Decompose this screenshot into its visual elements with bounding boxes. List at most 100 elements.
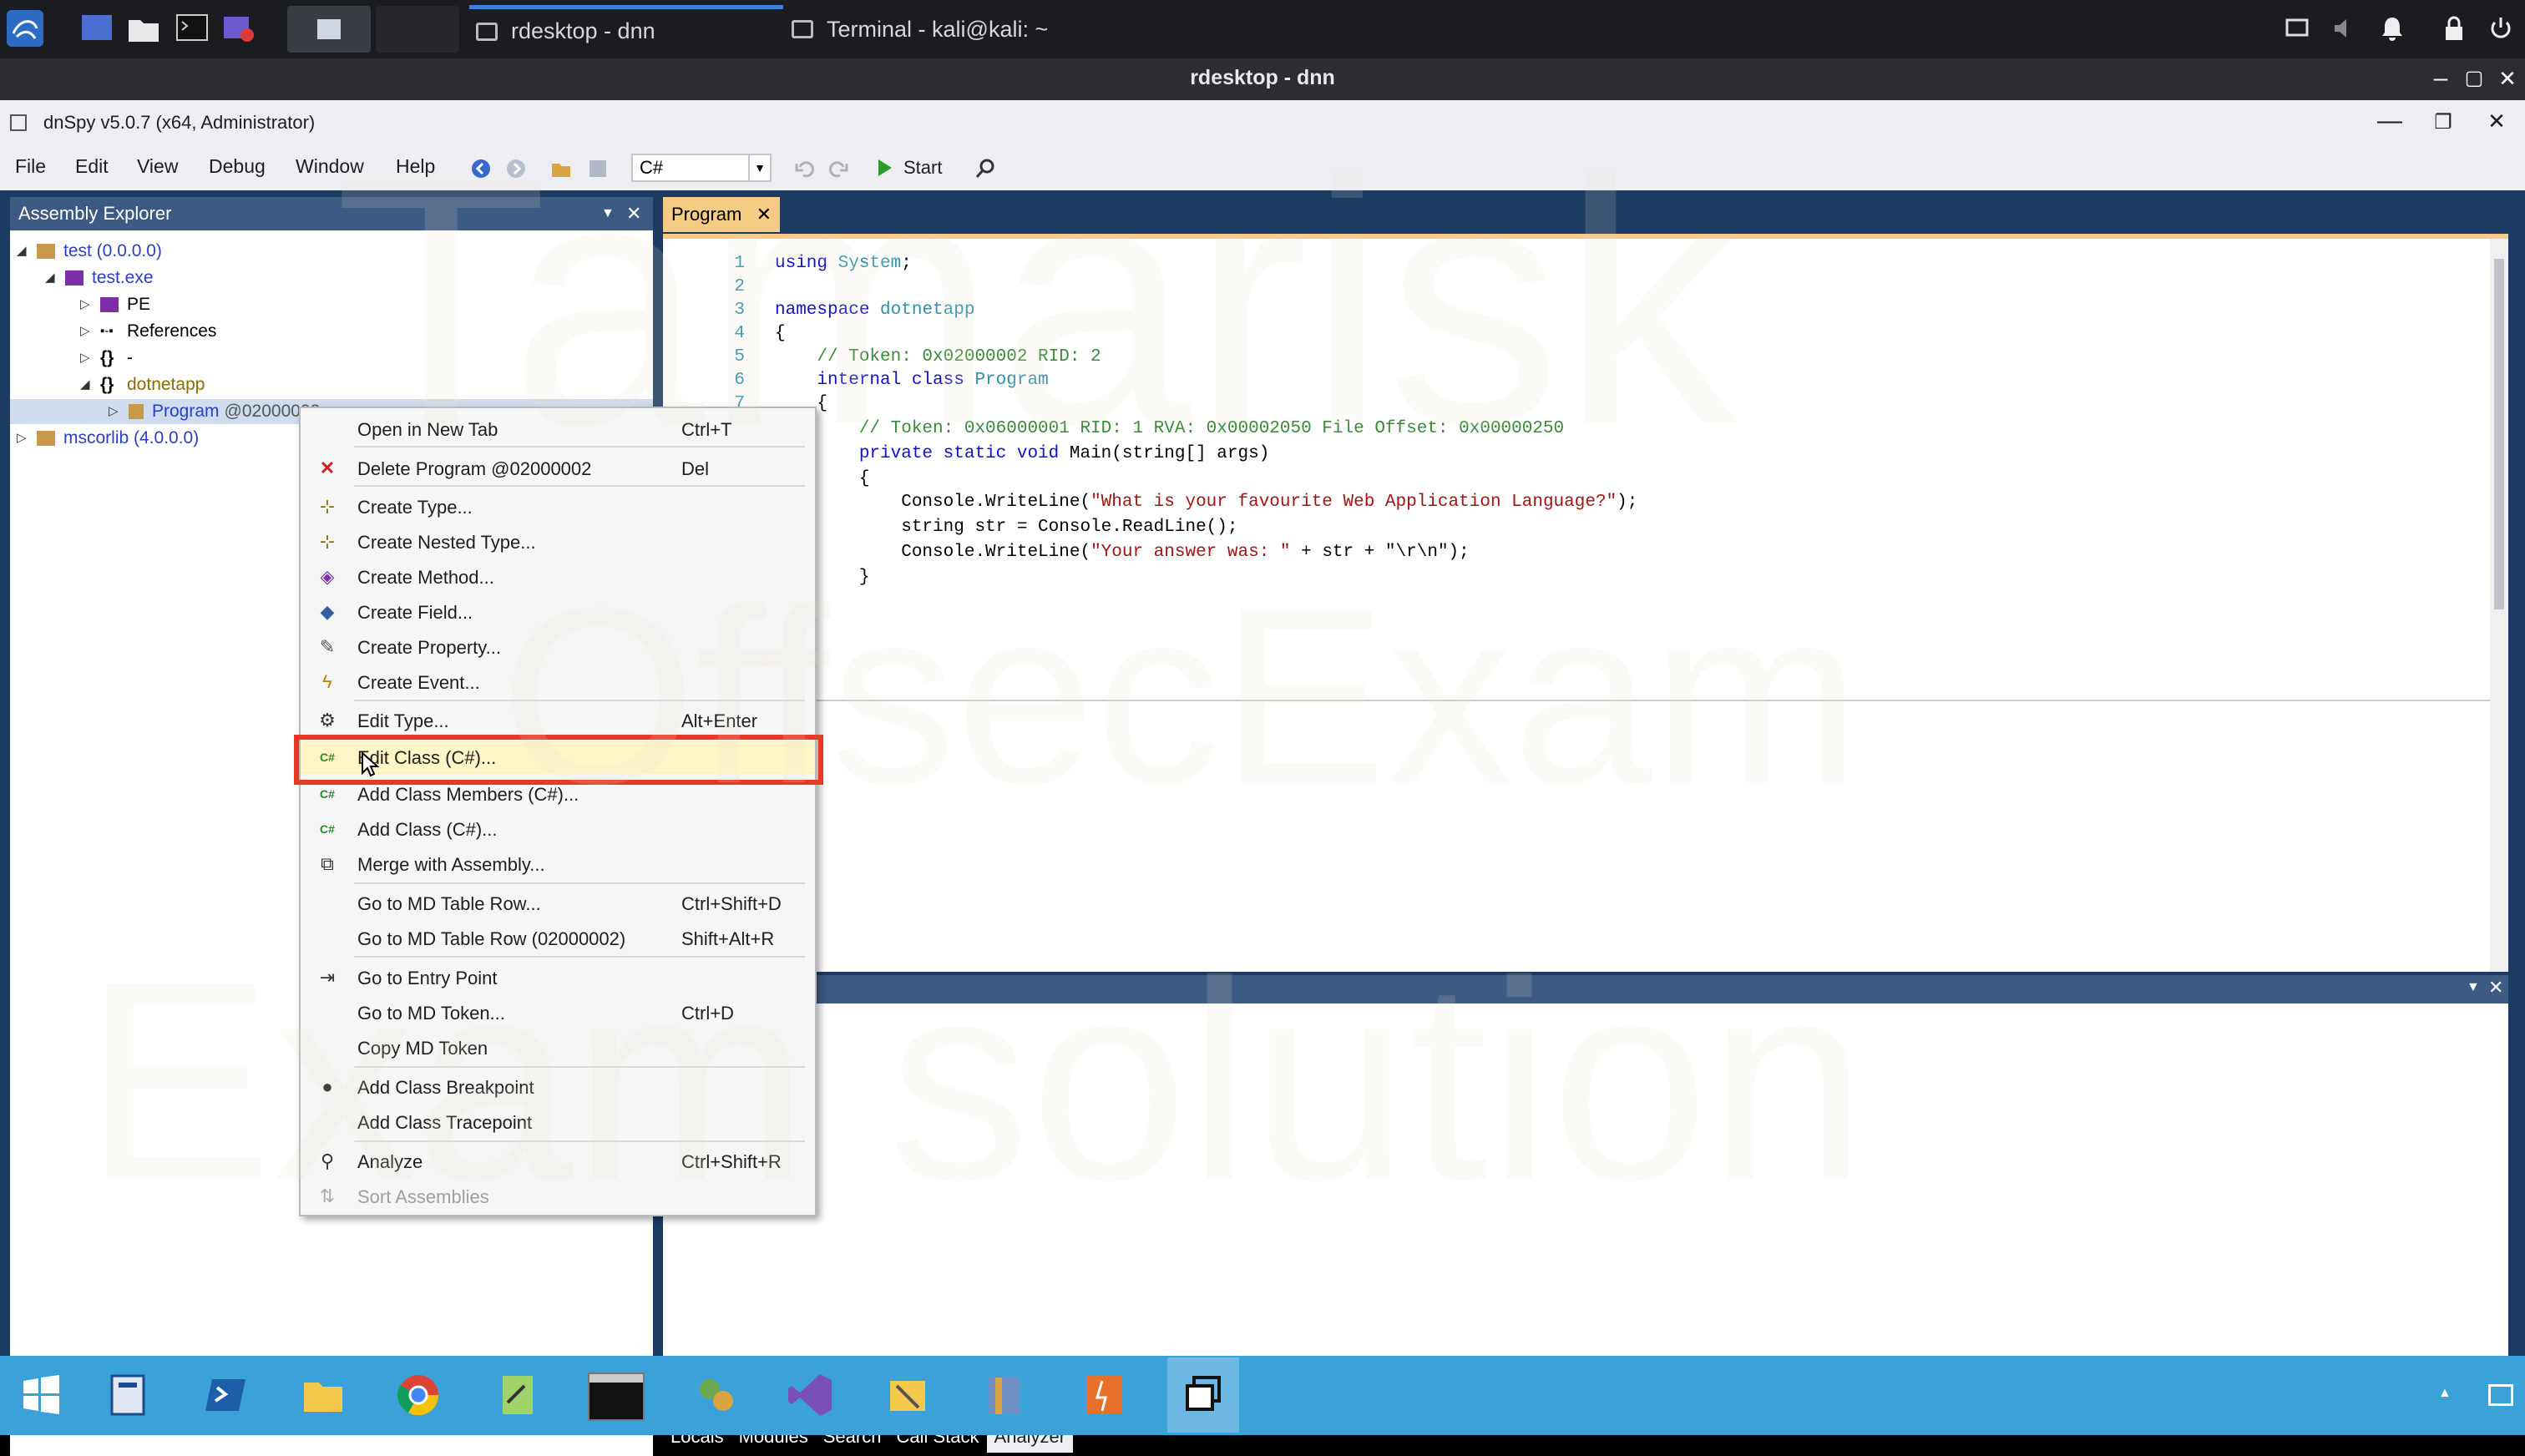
menu-item-edit-type[interactable]: ⚙ Edit Type... Alt+Enter: [301, 704, 815, 737]
dnspy-minimize-button[interactable]: —: [2373, 107, 2406, 135]
lock-icon[interactable]: [2442, 15, 2467, 42]
tree-item-dotnetapp[interactable]: ◢ {} dotnetapp: [80, 372, 205, 397]
tree-item-empty-namespace[interactable]: ▷ {} -: [80, 346, 133, 371]
undo-icon[interactable]: [793, 157, 817, 180]
menu-item-create-method[interactable]: ◈ Create Method...: [301, 560, 815, 594]
kali-menu-icon[interactable]: [5, 8, 45, 48]
notepad-plus-plus-icon[interactable]: [493, 1369, 544, 1421]
workspace-1[interactable]: [287, 6, 371, 53]
menu-view[interactable]: View: [137, 155, 178, 178]
panel-close-icon[interactable]: ✕: [2488, 977, 2503, 998]
terminal-icon: [792, 20, 813, 38]
save-icon[interactable]: [586, 157, 610, 180]
workspace-2[interactable]: [376, 6, 459, 53]
file-explorer-icon[interactable]: [297, 1369, 349, 1421]
expand-arrow-icon[interactable]: ◢: [80, 372, 92, 397]
back-icon[interactable]: [469, 157, 493, 180]
tray-expand-icon[interactable]: ▲: [2438, 1386, 2452, 1401]
visual-studio-icon[interactable]: [785, 1369, 837, 1421]
show-desktop-icon[interactable]: [77, 8, 117, 48]
browser-launcher-icon[interactable]: [219, 8, 259, 48]
open-icon[interactable]: [549, 157, 573, 180]
menu-item-create-property[interactable]: ✎ Create Property...: [301, 630, 815, 664]
menu-item-open-new-tab[interactable]: Open in New Tab Ctrl+T: [301, 412, 815, 446]
menu-edit[interactable]: Edit: [75, 155, 109, 178]
expand-arrow-icon[interactable]: ◢: [17, 239, 28, 264]
expand-arrow-icon[interactable]: ◢: [45, 265, 57, 291]
power-icon[interactable]: [2488, 15, 2513, 42]
line-number: 1: [734, 254, 745, 273]
menu-item-goto-md-table-row[interactable]: Go to MD Table Row... Ctrl+Shift+D: [301, 887, 815, 920]
editor-scrollbar[interactable]: [2490, 239, 2508, 972]
rdesktop-close-button[interactable]: ✕: [2493, 63, 2522, 94]
menu-separator: [354, 882, 805, 884]
merge-icon: ⧉: [321, 853, 334, 874]
volume-icon[interactable]: [2331, 15, 2356, 42]
chrome-icon[interactable]: [392, 1369, 444, 1421]
menu-item-goto-md-token[interactable]: Go to MD Token... Ctrl+D: [301, 996, 815, 1029]
menu-item-goto-md-table-row-token[interactable]: Go to MD Table Row (02000002) Shift+Alt+R: [301, 922, 815, 955]
menu-item-goto-entry-point[interactable]: ⇥ Go to Entry Point: [301, 961, 815, 994]
menu-item-add-class-breakpoint[interactable]: ● Add Class Breakpoint: [301, 1070, 815, 1104]
panel-dropdown-icon[interactable]: ▼: [2467, 980, 2480, 995]
terminal-launcher-icon[interactable]: [172, 8, 212, 48]
menu-item-create-event[interactable]: ϟ Create Event...: [301, 665, 815, 699]
menu-window[interactable]: Window: [296, 155, 364, 178]
tools-folder-icon[interactable]: [882, 1369, 934, 1421]
notification-center-icon[interactable]: [2488, 1384, 2513, 1406]
start-debugging-button[interactable]: Start: [877, 157, 942, 179]
menu-item-create-field[interactable]: ◆ Create Field...: [301, 595, 815, 629]
tab-program[interactable]: Program ✕: [663, 197, 780, 232]
rdesktop-minimize-button[interactable]: –: [2426, 63, 2455, 94]
powershell-icon[interactable]: [200, 1369, 252, 1421]
windows-start-icon[interactable]: [15, 1369, 67, 1421]
scrollbar-thumb[interactable]: [2494, 259, 2504, 609]
archive-icon[interactable]: [979, 1369, 1030, 1421]
search-icon[interactable]: [974, 157, 997, 180]
burp-suite-icon[interactable]: [1079, 1369, 1131, 1421]
menu-file[interactable]: File: [15, 155, 46, 178]
menu-item-merge-with-assembly[interactable]: ⧉ Merge with Assembly...: [301, 847, 815, 881]
redo-icon[interactable]: [827, 157, 850, 180]
taskbar-item-terminal[interactable]: Terminal - kali@kali: ~: [787, 5, 1137, 53]
tab-close-icon[interactable]: ✕: [756, 197, 772, 232]
panel-close-icon[interactable]: ✕: [626, 197, 641, 230]
editor-splitter[interactable]: [663, 700, 2492, 701]
collapse-arrow-icon[interactable]: ▷: [17, 426, 28, 451]
language-select[interactable]: C# ▼: [631, 154, 772, 182]
menu-item-delete[interactable]: ✕ Delete Program @02000002 Del: [301, 452, 815, 485]
dnspy-restore-button[interactable]: ❐: [2426, 110, 2460, 134]
tree-item-mscorlib[interactable]: ▷ mscorlib (4.0.0.0): [17, 426, 199, 451]
dnspy-close-button[interactable]: ✕: [2480, 109, 2513, 134]
file-manager-icon[interactable]: [124, 8, 164, 48]
panel-dropdown-icon[interactable]: ▼: [601, 197, 615, 230]
menu-item-create-nested-type[interactable]: ⊹ Create Nested Type...: [301, 525, 815, 559]
taskbar-item-rdesktop[interactable]: rdesktop - dnn: [469, 5, 783, 53]
menu-separator: [354, 700, 805, 701]
collapse-arrow-icon[interactable]: ▷: [80, 292, 92, 317]
menu-item-copy-md-token[interactable]: Copy MD Token: [301, 1031, 815, 1064]
notifications-icon[interactable]: [2380, 15, 2405, 42]
display-icon[interactable]: [2285, 15, 2310, 42]
tree-item-test-assembly[interactable]: ◢ test (0.0.0.0): [17, 239, 162, 264]
rdesktop-maximize-button[interactable]: ▢: [2460, 63, 2488, 94]
server-manager-icon[interactable]: [102, 1369, 154, 1421]
tree-item-test-exe[interactable]: ◢ test.exe: [45, 265, 154, 291]
menu-item-add-class[interactable]: C# Add Class (C#)...: [301, 812, 815, 846]
collapse-arrow-icon[interactable]: ▷: [109, 399, 120, 424]
forward-icon[interactable]: [504, 157, 528, 180]
code-editor[interactable]: 1 2 3 4 5 6 7 8 using System; namespace …: [663, 234, 2508, 972]
menu-item-analyze[interactable]: ⚲ Analyze Ctrl+Shift+R: [301, 1145, 815, 1178]
taskbar-item-remote-apps[interactable]: [1167, 1357, 1239, 1433]
collapse-arrow-icon[interactable]: ▷: [80, 319, 92, 344]
menu-item-add-class-tracepoint[interactable]: Add Class Tracepoint: [301, 1105, 815, 1139]
tree-item-references[interactable]: ▷ ▪-▪ References: [80, 319, 216, 344]
network-tool-icon[interactable]: [690, 1369, 741, 1421]
tree-item-pe[interactable]: ▷ PE: [80, 292, 150, 317]
menu-help[interactable]: Help: [396, 155, 435, 178]
menu-item-create-type[interactable]: ⊹ Create Type...: [301, 490, 815, 523]
code-line: {: [775, 324, 786, 343]
command-prompt-icon[interactable]: [588, 1373, 645, 1421]
menu-debug[interactable]: Debug: [209, 155, 266, 178]
collapse-arrow-icon[interactable]: ▷: [80, 346, 92, 371]
